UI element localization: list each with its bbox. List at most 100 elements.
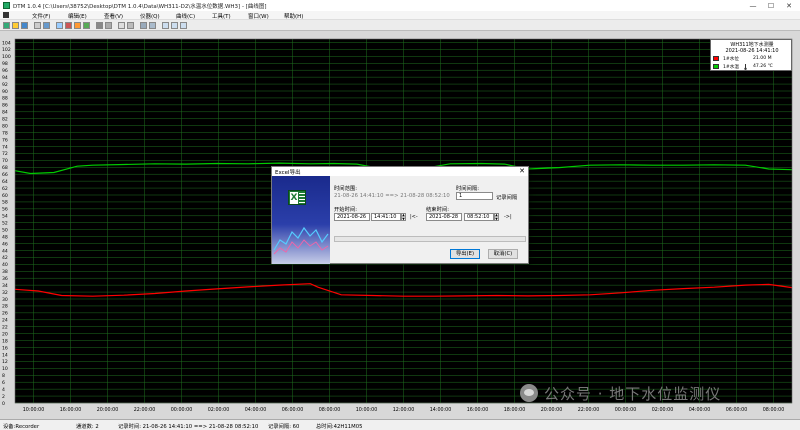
y-tick-label: 44: [2, 248, 8, 254]
x-tick-label: 10:00:00: [23, 407, 45, 413]
menu-file[interactable]: 文件(F): [32, 12, 50, 20]
x-tick-label: 08:00:00: [319, 407, 341, 413]
menu-help[interactable]: 帮助(H): [284, 12, 303, 20]
dialog-title: Excel导出: [275, 170, 301, 176]
y-tick-label: 80: [2, 123, 8, 129]
y-tick-label: 0: [2, 401, 5, 407]
start-date-picker[interactable]: 2021-08-26: [334, 213, 370, 221]
y-tick-label: 98: [2, 61, 8, 67]
y-tick-label: 76: [2, 137, 8, 143]
legend-channel: 1#水温: [723, 65, 739, 70]
y-tick-label: 70: [2, 158, 8, 164]
system-menu-icon[interactable]: [3, 12, 9, 18]
excel-icon[interactable]: [83, 22, 90, 29]
preview-icon[interactable]: [105, 22, 112, 29]
device-icon[interactable]: [34, 22, 41, 29]
legend-channel: 1#水位: [723, 57, 739, 62]
paste-icon[interactable]: [127, 22, 134, 29]
y-tick-label: 16: [2, 345, 8, 351]
open-icon[interactable]: [3, 22, 10, 29]
y-tick-label: 8: [2, 373, 5, 379]
legend-row: 1#水位 21.00 M: [713, 56, 791, 62]
chart-icon[interactable]: [65, 22, 72, 29]
export-progress-bar: [334, 236, 526, 242]
y-tick-label: 30: [2, 297, 8, 303]
start-nav-button[interactable]: |<-: [410, 213, 418, 221]
status-interval: 记录间隔: 60: [268, 424, 300, 430]
x-tick-label: 20:00:00: [541, 407, 563, 413]
maximize-button[interactable]: ☐: [762, 0, 780, 11]
grid-icon[interactable]: [56, 22, 63, 29]
y-tick-label: 26: [2, 311, 8, 317]
print-icon[interactable]: [96, 22, 103, 29]
y-tick-label: 12: [2, 359, 8, 365]
end-date-picker[interactable]: 2021-08-28: [426, 213, 462, 221]
zoom-icon[interactable]: [140, 22, 147, 29]
y-tick-label: 82: [2, 117, 8, 123]
y-tick-label: 32: [2, 290, 8, 296]
y-tick-label: 10: [2, 366, 8, 372]
menu-view[interactable]: 查看(V): [104, 12, 123, 20]
legend-swatch: [713, 64, 719, 69]
cancel-button[interactable]: 取消(C): [488, 249, 518, 259]
end-time-input[interactable]: 08:52:10: [464, 213, 494, 221]
dialog-banner: X: [272, 176, 330, 264]
folder-icon[interactable]: [12, 22, 19, 29]
search-icon[interactable]: [149, 22, 156, 29]
interval-input[interactable]: 1: [456, 192, 493, 200]
tile-icon[interactable]: [162, 22, 169, 29]
window-icon[interactable]: [180, 22, 187, 29]
y-tick-label: 66: [2, 172, 8, 178]
range-label: 时间范围:: [334, 186, 357, 192]
title-bar: DTM 1.0.4 [C:\Users\38752\Desktop\DTM 1.…: [0, 0, 800, 11]
menu-edit[interactable]: 编辑(E): [68, 12, 87, 20]
close-button[interactable]: ✕: [780, 0, 798, 11]
y-tick-label: 88: [2, 96, 8, 102]
menu-window[interactable]: 窗口(W): [248, 12, 269, 20]
y-tick-label: 96: [2, 68, 8, 74]
x-tick-label: 22:00:00: [578, 407, 600, 413]
menu-instrument[interactable]: 仪器(Q): [140, 12, 160, 20]
y-tick-label: 42: [2, 255, 8, 261]
y-tick-label: 36: [2, 276, 8, 282]
x-tick-label: 10:00:00: [356, 407, 378, 413]
y-tick-label: 74: [2, 144, 8, 150]
columns-icon[interactable]: [171, 22, 178, 29]
x-tick-label: 16:00:00: [60, 407, 82, 413]
end-time-spinner[interactable]: ▲ ▼: [494, 213, 499, 221]
menu-curve[interactable]: 曲线(C): [176, 12, 195, 20]
y-tick-label: 22: [2, 325, 8, 331]
y-tick-label: 60: [2, 193, 8, 199]
y-tick-label: 62: [2, 186, 8, 192]
y-tick-label: 2: [2, 394, 5, 400]
export-button[interactable]: 导出(E): [450, 249, 480, 259]
download-icon[interactable]: [43, 22, 50, 29]
y-tick-label: 14: [2, 352, 8, 358]
menu-tools[interactable]: 工具(T): [212, 12, 231, 20]
y-tick-label: 84: [2, 110, 8, 116]
toolbar: [0, 20, 800, 31]
copy-icon[interactable]: [118, 22, 125, 29]
window-controls: — ☐ ✕: [744, 0, 798, 11]
settings-icon[interactable]: [74, 22, 81, 29]
legend-title: WH311地下水测量: [730, 42, 774, 48]
legend-time: 2021-08-26 14:41:10: [725, 48, 779, 54]
start-time-input[interactable]: 14:41:10: [371, 213, 401, 221]
interval-unit: 记录间隔: [496, 195, 518, 201]
y-tick-label: 92: [2, 82, 8, 88]
x-tick-label: 18:00:00: [504, 407, 526, 413]
y-tick-label: 94: [2, 75, 8, 81]
start-time-spinner[interactable]: ▲ ▼: [401, 213, 406, 221]
end-nav-button[interactable]: ->|: [504, 213, 512, 221]
x-tick-label: 06:00:00: [282, 407, 304, 413]
save-icon[interactable]: [21, 22, 28, 29]
y-tick-label: 90: [2, 89, 8, 95]
dialog-close-button[interactable]: ✕: [519, 167, 525, 175]
status-channels: 通道数: 2: [76, 424, 99, 430]
y-tick-label: 100: [2, 54, 11, 60]
y-tick-label: 28: [2, 304, 8, 310]
minimize-button[interactable]: —: [744, 0, 762, 11]
excel-icon: X: [288, 190, 306, 205]
x-tick-label: 04:00:00: [245, 407, 267, 413]
wechat-icon: [520, 384, 538, 402]
